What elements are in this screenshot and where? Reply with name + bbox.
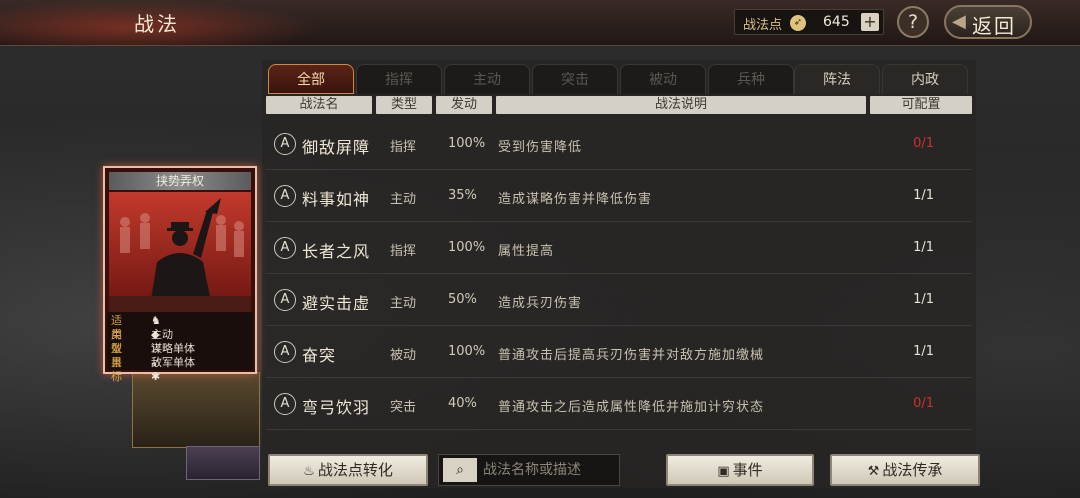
tactic-description: 受到伤害降低 <box>498 140 583 155</box>
convert-points-button[interactable]: ♨ 战法点转化 <box>268 454 428 486</box>
tactic-rate: 100% <box>448 240 486 255</box>
tactic-description: 属性提高 <box>498 244 555 259</box>
grade-badge: A <box>274 133 296 155</box>
back-arrow-icon: ◀ <box>952 11 966 32</box>
compass-icon: ➶ <box>790 15 806 31</box>
tab-active[interactable]: 主动 <box>444 64 530 94</box>
tactic-name: 弯弓饮羽 <box>302 398 371 417</box>
grade-badge: A <box>274 237 296 259</box>
tactic-rate: 35% <box>448 188 477 203</box>
table-row[interactable]: A 弯弓饮羽 突击 40% 普通攻击之后造成属性降低并施加计穷状态 0/1 <box>266 380 972 430</box>
search-input[interactable] <box>483 459 617 481</box>
convert-points-label: 战法点转化 <box>317 461 393 479</box>
tactic-rate: 50% <box>448 292 477 307</box>
grade-badge: A <box>274 341 296 363</box>
table-row[interactable]: A 御敌屏障 指挥 100% 受到伤害降低 0/1 <box>266 120 972 170</box>
tactic-rate: 100% <box>448 344 486 359</box>
table-row[interactable]: A 避实击虚 主动 50% 造成兵刃伤害 1/1 <box>266 276 972 326</box>
flame-icon: ♨ <box>303 464 315 479</box>
grade-badge: A <box>274 185 296 207</box>
column-header-name[interactable]: 战法名 <box>266 96 372 114</box>
inherit-tactic-label: 战法传承 <box>882 461 943 479</box>
table-row[interactable]: A 料事如神 主动 35% 造成谋略伤害并降低伤害 1/1 <box>266 172 972 222</box>
tactic-configurable: 1/1 <box>913 188 934 203</box>
tactic-points-label: 战法点 <box>743 18 783 33</box>
back-button[interactable]: ◀ 返回 <box>944 5 1032 39</box>
tactic-rate: 100% <box>448 136 486 151</box>
tactic-type: 指挥 <box>390 244 417 259</box>
tab-troop-type[interactable]: 兵种 <box>708 64 794 94</box>
event-button[interactable]: ▣ 事件 <box>666 454 814 486</box>
card-title: 挟势弄权 <box>109 172 251 190</box>
tactic-type: 主动 <box>390 296 417 311</box>
event-label: 事件 <box>732 461 763 479</box>
card-illustration <box>109 192 251 312</box>
column-header-description: 战法说明 <box>496 96 866 114</box>
tactic-name: 御敌屏障 <box>302 138 371 157</box>
tactic-type: 主动 <box>390 192 417 207</box>
tactic-type: 被动 <box>390 348 417 363</box>
event-icon: ▣ <box>717 464 730 479</box>
tactic-name: 避实击虚 <box>302 294 371 313</box>
column-header-rate[interactable]: 发动 <box>436 96 492 114</box>
hammer-icon: ⚒ <box>867 464 880 479</box>
page-title: 战法 <box>134 12 180 36</box>
tactic-name: 奋突 <box>302 346 337 365</box>
tactic-type: 突击 <box>390 400 417 415</box>
table-row[interactable]: A 奋突 被动 100% 普通攻击后提高兵刃伤害并对敌方施加缴械 1/1 <box>266 328 972 378</box>
tab-passive[interactable]: 被动 <box>620 64 706 94</box>
column-header-configurable[interactable]: 可配置 <box>870 96 972 114</box>
grade-badge: A <box>274 393 296 415</box>
tab-command[interactable]: 指挥 <box>356 64 442 94</box>
tactic-name: 长者之风 <box>302 242 371 261</box>
card-info: 适用 ♞ ◆ ⤫ ➶ ✱ 类型 主动 效果 谋略单体 目标 敌军单体 <box>107 312 253 383</box>
back-label: 返回 <box>972 14 1016 38</box>
help-button[interactable]: ? <box>897 6 929 38</box>
search-icon[interactable]: ⌕ <box>443 458 477 482</box>
search-box: ⌕ <box>438 454 620 486</box>
tactic-points-value: 645 <box>823 14 850 30</box>
tactic-description: 普通攻击后提高兵刃伤害并对敌方施加缴械 <box>498 348 765 363</box>
tactic-description: 普通攻击之后造成属性降低并施加计穷状态 <box>498 400 765 415</box>
tactic-type: 指挥 <box>390 140 417 155</box>
tactic-points-display: 战法点 ➶ 645 + <box>734 9 884 35</box>
add-points-button[interactable]: + <box>861 13 879 31</box>
tactic-configurable: 1/1 <box>913 292 934 307</box>
tactic-configurable: 1/1 <box>913 240 934 255</box>
tactic-configurable: 0/1 <box>913 136 934 151</box>
column-header-type[interactable]: 类型 <box>376 96 432 114</box>
tactic-card[interactable]: 挟势弄权 适用 ♞ ◆ ⤫ ➶ ✱ 类型 主动 效果 谋略单体 目标 敌军单体 <box>103 166 257 383</box>
tab-all[interactable]: 全部 <box>268 64 354 94</box>
tactic-description: 造成谋略伤害并降低伤害 <box>498 192 653 207</box>
tactic-rate: 40% <box>448 396 477 411</box>
top-bar: 战法 战法点 ➶ 645 + ? ◀ 返回 <box>0 0 1080 46</box>
tactic-configurable: 0/1 <box>913 396 934 411</box>
tab-internal-affairs[interactable]: 内政 <box>882 64 968 94</box>
table-row[interactable]: A 长者之风 指挥 100% 属性提高 1/1 <box>266 224 972 274</box>
tactic-name: 料事如神 <box>302 190 371 209</box>
type-value: 主动 <box>151 328 173 341</box>
target-value: 敌军单体 <box>151 356 195 369</box>
card-behind-second <box>186 446 260 480</box>
target-key: 目标 <box>111 356 122 383</box>
effect-value: 谋略单体 <box>151 342 195 355</box>
tab-formation[interactable]: 阵法 <box>794 64 880 94</box>
inherit-tactic-button[interactable]: ⚒ 战法传承 <box>830 454 980 486</box>
tactic-description: 造成兵刃伤害 <box>498 296 583 311</box>
tab-assault[interactable]: 突击 <box>532 64 618 94</box>
tactic-configurable: 1/1 <box>913 344 934 359</box>
grade-badge: A <box>274 289 296 311</box>
